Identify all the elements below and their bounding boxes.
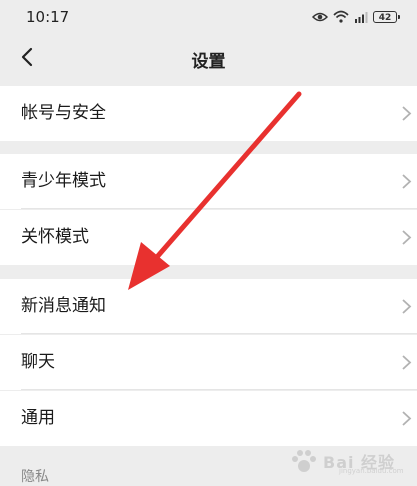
settings-item-label: 通用 (21, 408, 55, 428)
status-time: 10:17 (26, 8, 70, 26)
chevron-right-icon (401, 105, 413, 122)
page-title: 设置 (191, 52, 226, 72)
watermark-sub: jingyan.baidu.com (339, 467, 404, 475)
section-label-privacy: 隐私 (21, 469, 49, 485)
settings-item-notifications[interactable]: 新消息通知 (0, 279, 417, 334)
status-bar: 10:17 42 (0, 0, 417, 34)
settings-item-label: 青少年模式 (21, 171, 106, 191)
chevron-right-icon (401, 410, 413, 427)
signal-icon (354, 8, 368, 27)
chevron-right-icon (401, 354, 413, 371)
settings-item-youth-mode[interactable]: 青少年模式 (0, 154, 417, 209)
settings-item-chat[interactable]: 聊天 (0, 335, 417, 390)
watermark-logo: Bai 经验 jingyan.baidu.com (287, 447, 407, 475)
battery-icon: 42 (373, 11, 400, 23)
wifi-icon (333, 8, 349, 27)
chevron-right-icon (401, 229, 413, 246)
chevron-right-icon (401, 298, 413, 315)
settings-item-label: 帐号与安全 (21, 103, 106, 123)
settings-item-label: 新消息通知 (21, 296, 106, 316)
settings-item-label: 关怀模式 (21, 227, 89, 247)
settings-item-account[interactable]: 帐号与安全 (0, 86, 417, 141)
paw-icon (292, 450, 316, 472)
divider (21, 333, 417, 334)
divider (21, 389, 417, 390)
eye-icon (311, 8, 329, 27)
status-icons: 42 (311, 8, 400, 27)
header: 设置 (0, 34, 417, 84)
settings-item-label: 聊天 (21, 352, 55, 372)
settings-item-general[interactable]: 通用 (0, 391, 417, 446)
chevron-right-icon (401, 173, 413, 190)
settings-item-care-mode[interactable]: 关怀模式 (0, 210, 417, 265)
divider (21, 208, 417, 209)
